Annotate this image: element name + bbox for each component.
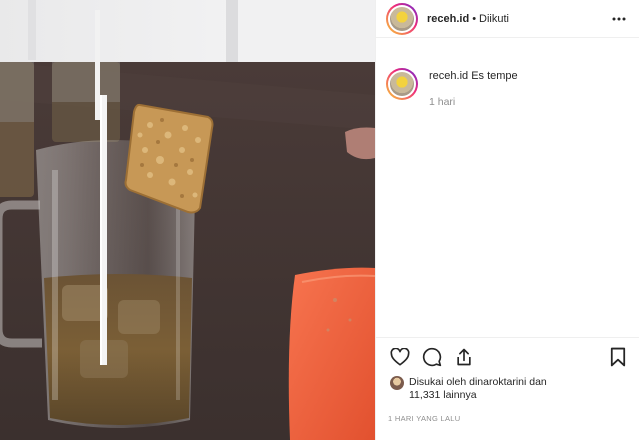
caption-avatar[interactable] [386,68,418,100]
liker-username[interactable]: dinaroktarini [469,376,526,388]
likes-count-link[interactable]: 11,331 lainnya [409,389,477,401]
bookmark-icon[interactable] [607,346,629,368]
more-horizontal-icon[interactable] [609,9,629,29]
heart-icon[interactable] [389,346,411,368]
post-date[interactable]: 1 HARI YANG LALU [386,414,629,423]
action-section: Disukai oleh dinaroktarini dan 11,331 la… [376,337,639,440]
caption-time: 1 hari [429,96,456,108]
comment-icon[interactable] [421,346,443,368]
username-link[interactable]: receh.id [427,13,469,25]
share-icon[interactable] [453,346,475,368]
likes-summary: Disukai oleh dinaroktarini dan 11,331 la… [386,376,629,402]
post-side-panel: receh.id • Diikuti receh.id Es tempe 1 h… [375,0,639,440]
profile-avatar[interactable] [386,2,418,35]
post-header: receh.id • Diikuti [376,0,639,38]
liker-avatar[interactable] [390,376,404,390]
likes-conjunction: dan [529,376,547,388]
likes-prefix: Disukai oleh [409,376,467,388]
action-bar [386,338,629,376]
following-status[interactable]: Diikuti [479,13,509,25]
caption-username[interactable]: receh.id [429,70,468,82]
separator-dot: • [472,12,477,25]
avatar-image [390,72,414,96]
caption-text: Es tempe [471,70,518,82]
photo-iced-tempeh-tea [0,0,375,440]
avatar-image [390,6,414,31]
caption-comment: receh.id Es tempe 1 hari [376,38,639,108]
instagram-post: receh.id • Diikuti receh.id Es tempe 1 h… [0,0,639,440]
post-photo[interactable] [0,0,375,440]
